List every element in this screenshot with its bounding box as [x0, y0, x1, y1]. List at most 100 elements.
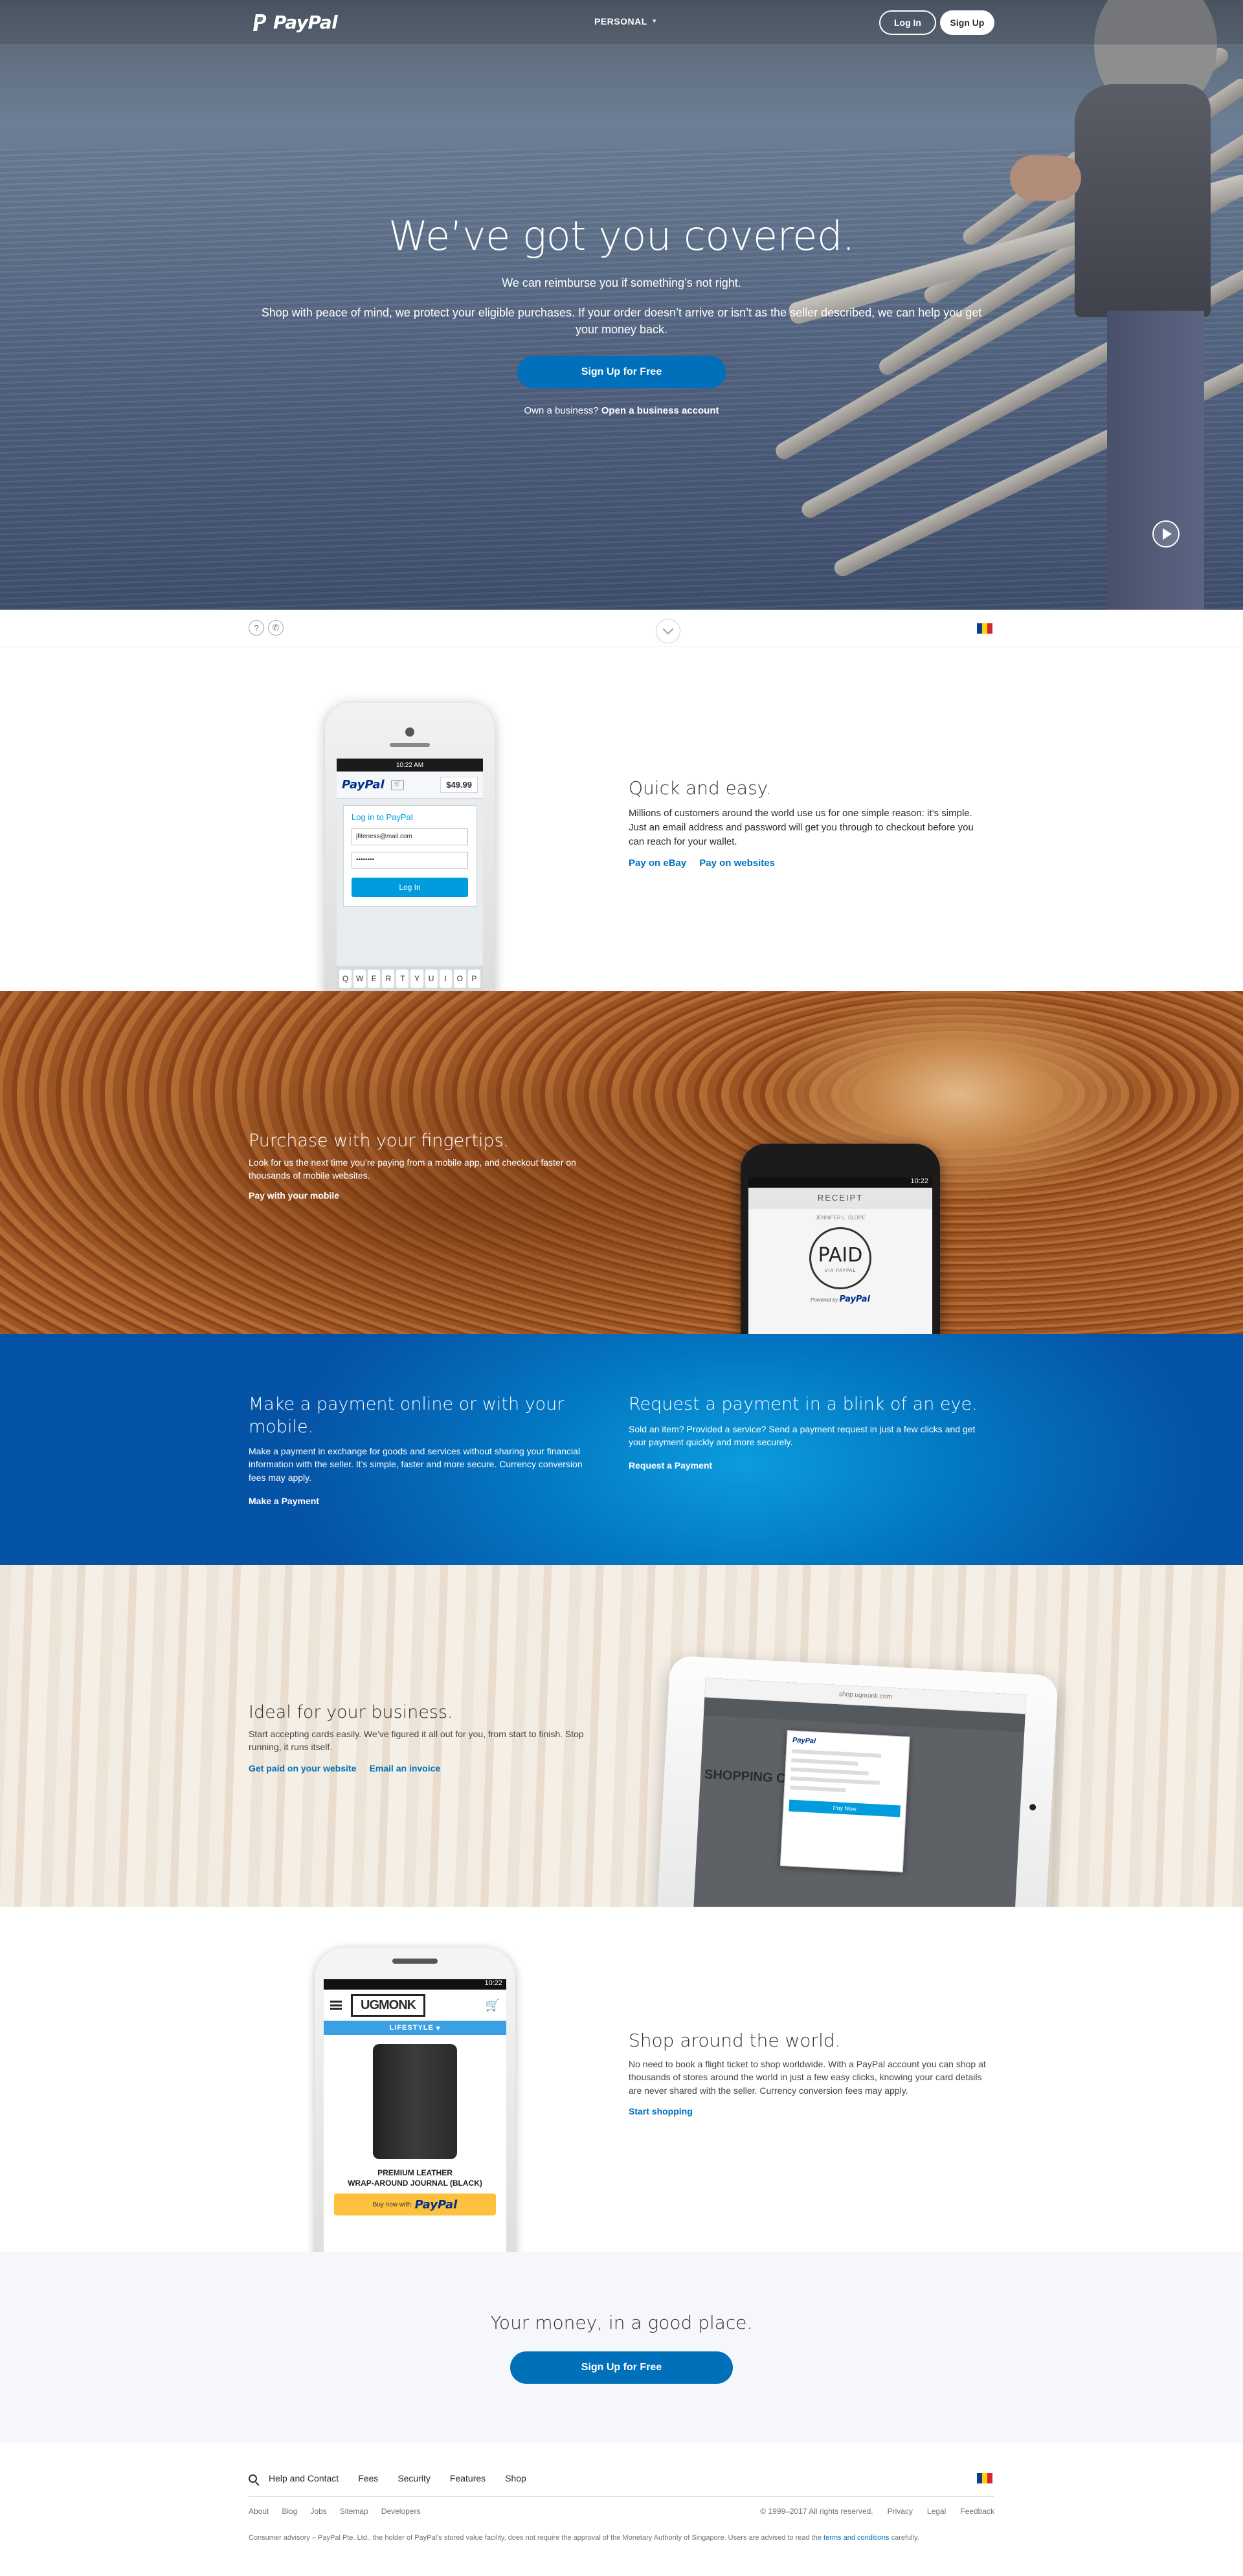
phone-login-button: Log In	[352, 878, 468, 897]
paid-stamp: PAID VIA PAYPAL	[809, 1227, 871, 1289]
key: P	[467, 970, 480, 988]
quick-and-easy-copy: Quick and easy. Millions of customers ar…	[629, 777, 991, 869]
phone-screen: 10:22 AM PayPal 🛒 $49.99 Log in to PayPa…	[337, 759, 483, 991]
quick-and-easy-section: 10:22 AM PayPal 🛒 $49.99 Log in to PayPa…	[0, 647, 1243, 991]
section-title: Purchase with your fingertips.	[249, 1131, 510, 1151]
footer-nav: Help and Contact Fees Security Features …	[249, 2473, 526, 2483]
pay-on-websites-link[interactable]: Pay on websites	[699, 858, 775, 869]
footer-signup-button[interactable]: Sign Up for Free	[510, 2351, 733, 2384]
business-prompt: Own a business? Open a business account	[246, 405, 997, 416]
phone-header: PayPal 🛒 $49.99	[337, 772, 483, 799]
scroll-down-button[interactable]	[656, 619, 680, 643]
business-copy: Ideal for your business. Start accepting…	[249, 1702, 611, 1773]
key: Y	[410, 970, 423, 988]
play-icon	[1163, 528, 1172, 540]
email-invoice-link[interactable]: Email an invoice	[369, 1763, 440, 1773]
chevron-down-icon: ▼	[651, 17, 658, 25]
start-shopping-link[interactable]: Start shopping	[629, 2106, 693, 2116]
business-prompt-text: Own a business?	[524, 405, 599, 417]
phone-paypal-logo: PayPal	[342, 778, 385, 792]
product-name-line1: PREMIUM LEATHER	[377, 2168, 453, 2177]
footer-link-security[interactable]: Security	[398, 2473, 431, 2483]
shop-brand: UGMONK	[351, 1993, 426, 2017]
section-title: Request a payment in a blink of an eye.	[629, 1394, 978, 1414]
hero-description: Shop with peace of mind, we protect your…	[261, 306, 982, 337]
scroll-down-icon	[662, 623, 674, 635]
tablet-screen: shop.ugmonk.com SHOPPING CA PayPal Pay N…	[693, 1678, 1027, 1907]
flag-icon[interactable]	[977, 623, 992, 634]
make-payment-link[interactable]: Make a Payment	[249, 1496, 598, 1506]
hamburger-icon	[330, 2001, 342, 2010]
footer-link-features[interactable]: Features	[450, 2473, 486, 2483]
section-links: Start shopping	[629, 2106, 991, 2116]
footer-link-help[interactable]: Help and Contact	[269, 2473, 339, 2483]
shop-header: UGMONK 🛒	[324, 1990, 506, 2021]
personal-menu[interactable]: PERSONAL ▼	[594, 16, 658, 27]
advisory-text: Consumer advisory – PayPal Pte. Ltd., th…	[249, 2534, 822, 2542]
phone-login-form: Log in to PayPal jfiteness@mail.com ••••…	[343, 805, 476, 907]
phone-icon[interactable]: ✆	[268, 620, 284, 636]
receipt-paypal-logo: PayPal	[839, 1294, 870, 1304]
paypal-logo[interactable]: PayPal	[252, 12, 338, 33]
get-paid-on-website-link[interactable]: Get paid on your website	[249, 1763, 356, 1773]
footer-link-about[interactable]: About	[249, 2507, 269, 2516]
hero-copy: We’ve got you covered. We can reimburse …	[246, 212, 997, 416]
footer-link-fees[interactable]: Fees	[358, 2473, 378, 2483]
phone-mockup-shop: 10:22 UGMONK 🛒 LIFESTYLE ▾ PREMIUM LEATH…	[315, 1948, 515, 2252]
search-icon[interactable]	[249, 2474, 257, 2483]
section-text: Start accepting cards easily. We’ve figu…	[249, 1729, 584, 1753]
tablet-paypal-modal: PayPal Pay Now	[779, 1730, 910, 1872]
receipt-merchant: JENNIFER L. SLOPE	[815, 1215, 866, 1221]
hero-section: PayPal PERSONAL ▼ Log In Sign Up We’ve g…	[0, 0, 1243, 610]
login-button[interactable]: Log In	[879, 10, 936, 35]
section-text: Make a payment in exchange for goods and…	[249, 1446, 583, 1483]
category-bar: LIFESTYLE ▾	[324, 2021, 506, 2035]
section-title: Quick and easy.	[629, 777, 772, 799]
phone-email-field: jfiteness@mail.com	[352, 828, 468, 845]
fingertips-section: Purchase with your fingertips. Look for …	[0, 991, 1243, 1334]
phone-status-bar: 10:22	[324, 1979, 506, 1990]
phone-mockup-receipt: 10:22 RECEIPT JENNIFER L. SLOPE PAID VIA…	[741, 1144, 940, 1334]
help-icon[interactable]: ?	[249, 620, 264, 636]
key: T	[396, 970, 409, 988]
footer-secondary-links: About Blog Jobs Sitemap Developers	[249, 2507, 420, 2516]
footer-link-privacy[interactable]: Privacy	[888, 2507, 913, 2516]
personal-menu-label: PERSONAL	[594, 16, 647, 27]
phone-keyboard: Q W E R T Y U I O P	[337, 966, 483, 991]
business-section: Ideal for your business. Start accepting…	[0, 1565, 1243, 1907]
footer-link-feedback[interactable]: Feedback	[960, 2507, 994, 2516]
phone-status-bar: 10:22 AM	[337, 759, 483, 772]
footer-link-sitemap[interactable]: Sitemap	[340, 2507, 368, 2516]
play-video-button[interactable]	[1152, 520, 1180, 548]
footer-link-legal[interactable]: Legal	[927, 2507, 946, 2516]
footer-link-developers[interactable]: Developers	[381, 2507, 421, 2516]
phone-screen: 10:22 RECEIPT JENNIFER L. SLOPE PAID VIA…	[748, 1177, 932, 1334]
footer-link-jobs[interactable]: Jobs	[310, 2507, 326, 2516]
phone-amount: $49.99	[440, 777, 478, 793]
receipt-footer: Powered by PayPal	[748, 1294, 932, 1304]
section-title: Ideal for your business.	[249, 1702, 453, 1722]
request-payment-link[interactable]: Request a Payment	[629, 1460, 978, 1471]
key: R	[382, 970, 395, 988]
buy-with-paypal-button: Buy now with PayPal	[334, 2193, 496, 2216]
terms-link[interactable]: terms and conditions	[823, 2534, 890, 2542]
key: I	[439, 970, 452, 988]
footer-link-blog[interactable]: Blog	[282, 2507, 297, 2516]
section-links: Pay with your mobile	[249, 1190, 611, 1201]
pay-with-mobile-link[interactable]: Pay with your mobile	[249, 1190, 339, 1201]
hero-title: We’ve got you covered.	[388, 212, 855, 260]
logo-text: PayPal	[273, 12, 338, 33]
hero-signup-button[interactable]: Sign Up for Free	[517, 356, 726, 389]
signup-button[interactable]: Sign Up	[940, 10, 994, 35]
flag-icon[interactable]	[977, 2473, 992, 2483]
phone-password-field: ••••••••	[352, 852, 468, 869]
money-cta-section: Your money, in a good place. Sign Up for…	[0, 2252, 1243, 2443]
cta-title: Your money, in a good place.	[490, 2312, 753, 2333]
phone-mockup-login: 10:22 AM PayPal 🛒 $49.99 Log in to PayPa…	[325, 703, 495, 991]
pay-on-ebay-link[interactable]: Pay on eBay	[629, 858, 686, 869]
fingertips-copy: Purchase with your fingertips. Look for …	[249, 1131, 611, 1201]
footer-link-shop[interactable]: Shop	[505, 2473, 526, 2483]
category-label: LIFESTYLE	[389, 2024, 434, 2032]
footer: Help and Contact Fees Security Features …	[0, 2443, 1243, 2557]
open-business-account-link[interactable]: Open a business account	[601, 405, 719, 416]
